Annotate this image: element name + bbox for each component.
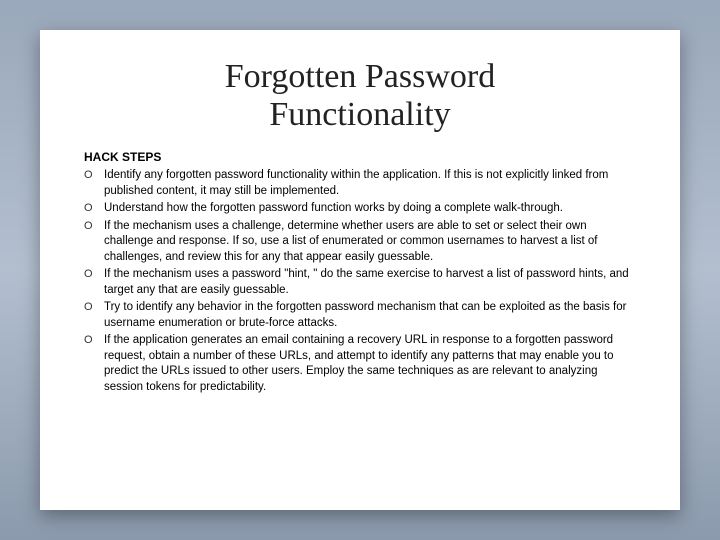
step-text: If the mechanism uses a password "hint, … [104,267,636,298]
list-item: O If the mechanism uses a challenge, det… [84,219,636,266]
slide-title: Forgotten Password Functionality [84,58,636,134]
list-item: O Identify any forgotten password functi… [84,168,636,199]
list-item: O Understand how the forgotten password … [84,201,636,217]
list-item: O Try to identify any behavior in the fo… [84,300,636,331]
slide-card: Forgotten Password Functionality HACK ST… [40,30,680,510]
list-item: O If the application generates an email … [84,333,636,395]
bullet-icon: O [84,201,104,214]
list-item: O If the mechanism uses a password "hint… [84,267,636,298]
step-text: Understand how the forgotten password fu… [104,201,636,217]
bullet-icon: O [84,300,104,313]
steps-list: O Identify any forgotten password functi… [84,168,636,395]
slide-background: Forgotten Password Functionality HACK ST… [0,0,720,540]
step-text: Try to identify any behavior in the forg… [104,300,636,331]
bullet-icon: O [84,267,104,280]
step-text: If the mechanism uses a challenge, deter… [104,219,636,266]
bullet-icon: O [84,333,104,346]
title-line-2: Functionality [269,96,450,133]
title-line-1: Forgotten Password [225,58,495,95]
step-text: If the application generates an email co… [104,333,636,395]
bullet-icon: O [84,219,104,232]
step-text: Identify any forgotten password function… [104,168,636,199]
section-label: HACK STEPS [84,150,636,164]
bullet-icon: O [84,168,104,181]
